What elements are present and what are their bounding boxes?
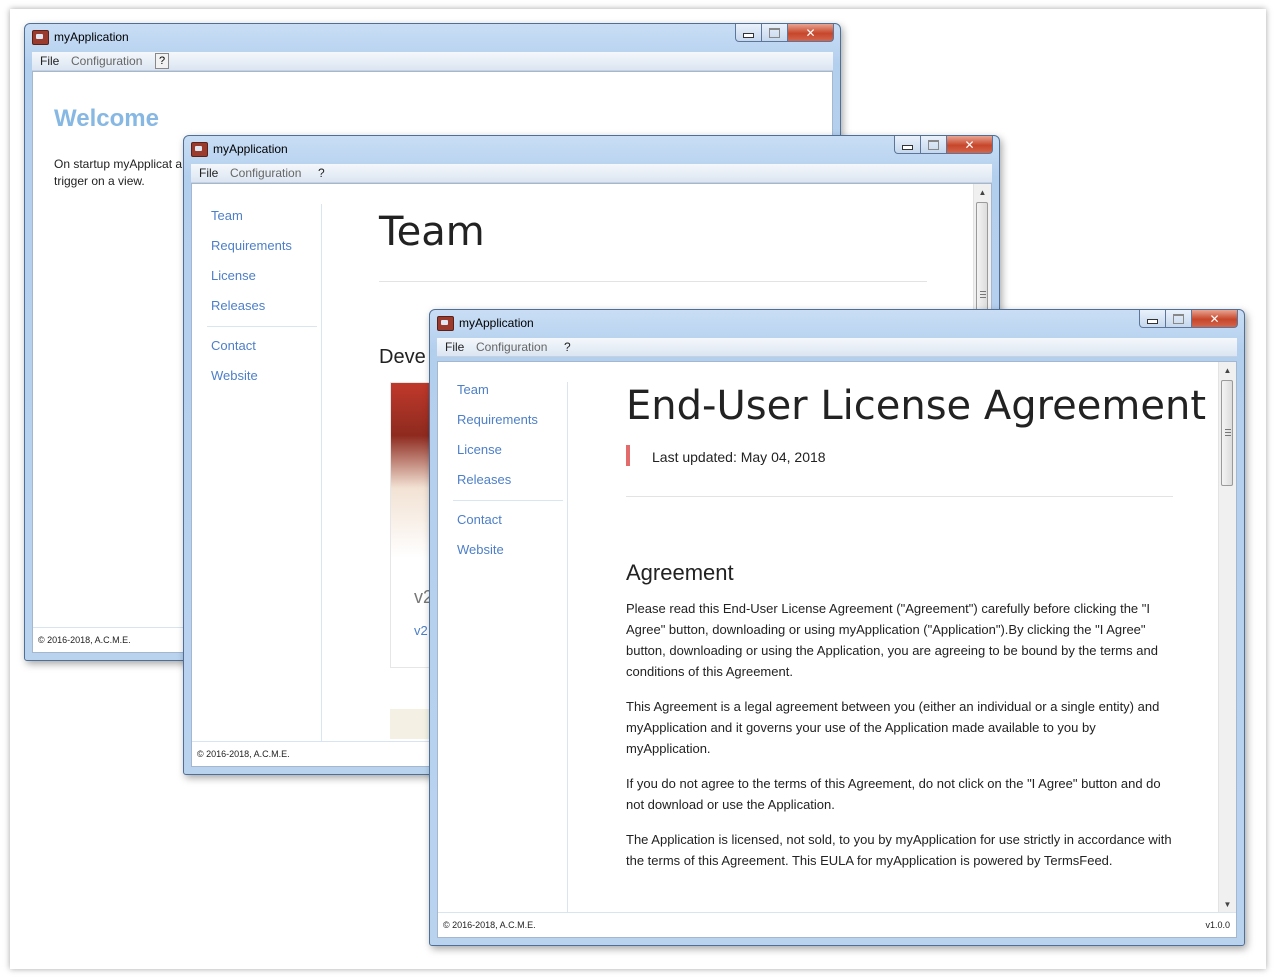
- status-footer: © 2016-2018, A.C.M.E. v1.0.0: [438, 912, 1236, 937]
- eula-paragraph-1: Please read this End-User License Agreem…: [626, 601, 1158, 679]
- close-icon: ✕: [805, 25, 816, 40]
- window-controls: ✕: [1139, 310, 1238, 329]
- menu-bar: File Configuration ?: [191, 164, 992, 183]
- scroll-thumb[interactable]: [976, 202, 988, 312]
- title-divider: [626, 496, 1173, 497]
- menu-file[interactable]: File: [445, 340, 464, 354]
- client-area: Team Requirements License Releases Conta…: [437, 361, 1237, 938]
- last-updated-text: Last updated: May 04, 2018: [652, 449, 826, 465]
- window-controls: ✕: [735, 24, 834, 43]
- window-title: myApplication: [54, 30, 129, 44]
- grip-line: [1225, 432, 1231, 433]
- close-button[interactable]: ✕: [1192, 310, 1238, 328]
- welcome-text: On startup myApplicat a trigger on a vie…: [54, 157, 183, 188]
- menu-help[interactable]: ?: [318, 166, 325, 180]
- page-title: Team: [379, 209, 485, 255]
- vertical-scrollbar[interactable]: ▲ ▼: [1218, 362, 1236, 913]
- card-link[interactable]: v2: [414, 623, 428, 638]
- window-title: myApplication: [459, 316, 534, 330]
- eula-paragraph-3: If you do not agree to the terms of this…: [626, 776, 1161, 812]
- minimize-icon: [902, 145, 913, 150]
- callout-bar: [626, 445, 630, 466]
- maximize-icon: [1173, 313, 1184, 324]
- grip-line: [1225, 429, 1231, 430]
- window-title: myApplication: [213, 142, 288, 156]
- copyright-text: © 2016-2018, A.C.M.E.: [443, 920, 536, 930]
- nav-releases[interactable]: Releases: [457, 472, 511, 487]
- copyright-text: © 2016-2018, A.C.M.E.: [38, 635, 131, 645]
- menu-configuration[interactable]: Configuration: [71, 54, 142, 68]
- title-bar[interactable]: myApplication ✕: [184, 136, 999, 162]
- nav-contact[interactable]: Contact: [457, 512, 502, 527]
- window-controls: ✕: [894, 136, 993, 155]
- menu-bar: File Configuration ?: [437, 338, 1237, 357]
- nav-requirements[interactable]: Requirements: [211, 238, 292, 253]
- nav-border: [567, 382, 568, 913]
- app-icon: [32, 30, 49, 45]
- nav-divider: [453, 500, 563, 501]
- grip-line: [980, 297, 986, 298]
- maximize-button[interactable]: [762, 24, 788, 42]
- section-heading: Deve: [379, 346, 426, 368]
- nav-border: [321, 204, 322, 742]
- grip-line: [1225, 435, 1231, 436]
- app-icon: [191, 142, 208, 157]
- minimize-button[interactable]: [894, 136, 921, 154]
- menu-file[interactable]: File: [199, 166, 218, 180]
- maximize-icon: [928, 139, 939, 150]
- copyright-text: © 2016-2018, A.C.M.E.: [197, 749, 290, 759]
- page-title: Welcome: [54, 105, 159, 132]
- page-title: End-User License Agreement: [626, 383, 1206, 429]
- nav-website[interactable]: Website: [457, 542, 504, 557]
- nav-license[interactable]: License: [211, 268, 256, 283]
- grip-line: [980, 294, 986, 295]
- side-nav: Team Requirements License Releases Conta…: [438, 362, 568, 913]
- side-nav: Team Requirements License Releases Conta…: [192, 184, 322, 742]
- menu-help[interactable]: ?: [564, 340, 571, 354]
- app-icon: [437, 316, 454, 331]
- scroll-down-arrow[interactable]: ▼: [1219, 896, 1236, 913]
- eula-window: myApplication ✕ File Configuration ? Tea…: [429, 309, 1245, 946]
- nav-contact[interactable]: Contact: [211, 338, 256, 353]
- section-heading: Agreement: [626, 560, 734, 585]
- minimize-button[interactable]: [735, 24, 762, 42]
- eula-paragraph-4: The Application is licensed, not sold, t…: [626, 832, 1172, 868]
- maximize-button[interactable]: [1166, 310, 1192, 328]
- nav-website[interactable]: Website: [211, 368, 258, 383]
- nav-team[interactable]: Team: [457, 382, 489, 397]
- maximize-button[interactable]: [921, 136, 947, 154]
- minimize-button[interactable]: [1139, 310, 1166, 328]
- nav-license[interactable]: License: [457, 442, 502, 457]
- scroll-up-arrow[interactable]: ▲: [1219, 362, 1236, 379]
- menu-configuration[interactable]: Configuration: [476, 340, 547, 354]
- close-icon: ✕: [1209, 311, 1220, 326]
- menu-help[interactable]: ?: [155, 53, 169, 69]
- nav-divider: [207, 326, 317, 327]
- title-bar[interactable]: myApplication ✕: [430, 310, 1244, 336]
- scroll-thumb[interactable]: [1221, 380, 1233, 486]
- minimize-icon: [743, 33, 754, 38]
- menu-configuration[interactable]: Configuration: [230, 166, 301, 180]
- close-button[interactable]: ✕: [788, 24, 834, 42]
- eula-paragraph-2: This Agreement is a legal agreement betw…: [626, 699, 1160, 756]
- maximize-icon: [769, 27, 780, 38]
- scroll-up-arrow[interactable]: ▲: [974, 184, 991, 201]
- grip-line: [980, 291, 986, 292]
- minimize-icon: [1147, 319, 1158, 324]
- title-divider: [379, 281, 927, 282]
- close-icon: ✕: [964, 137, 975, 152]
- nav-team[interactable]: Team: [211, 208, 243, 223]
- close-button[interactable]: ✕: [947, 136, 993, 154]
- version-text: v1.0.0: [1205, 920, 1230, 930]
- menu-bar: File Configuration ?: [32, 52, 833, 71]
- title-bar[interactable]: myApplication ✕: [25, 24, 840, 50]
- menu-file[interactable]: File: [40, 54, 59, 68]
- nav-releases[interactable]: Releases: [211, 298, 265, 313]
- nav-requirements[interactable]: Requirements: [457, 412, 538, 427]
